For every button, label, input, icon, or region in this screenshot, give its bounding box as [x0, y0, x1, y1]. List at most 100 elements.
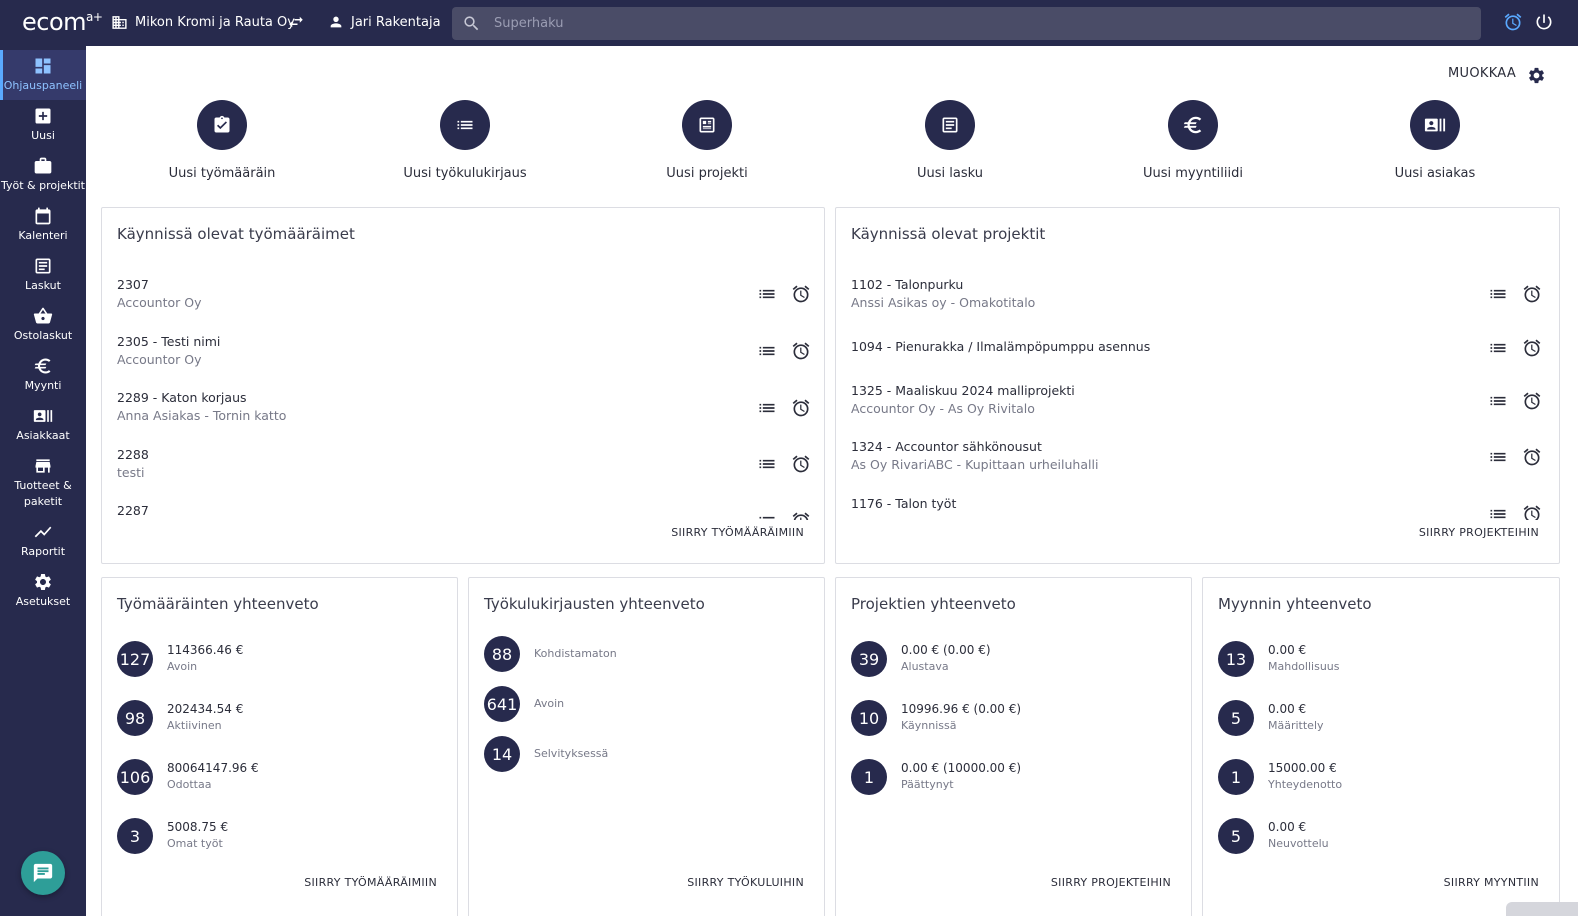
swap-icon[interactable] — [287, 13, 305, 31]
project-icon — [699, 117, 715, 133]
company-selector[interactable]: Mikon Kromi ja Rauta Oy — [111, 14, 295, 31]
sidebar-item-new[interactable]: Uusi — [0, 100, 86, 150]
alarm-clock-icon[interactable] — [1522, 338, 1542, 358]
edit-button[interactable]: MUOKKAA — [1448, 66, 1516, 81]
quick-action-new-invoice[interactable]: Uusi lasku — [850, 100, 1050, 181]
contact-card-icon — [33, 410, 53, 422]
sidebar-item-products[interactable]: Tuotteet & paketit — [0, 450, 86, 512]
count-badge: 39 — [851, 641, 887, 677]
go-to-projects-link[interactable]: SIIRRY PROJEKTEIHIN — [1419, 526, 1539, 539]
list-icon — [457, 120, 473, 130]
quick-action-new-sales-lead[interactable]: Uusi myyntiliidi — [1093, 100, 1293, 181]
invoice-icon — [942, 117, 958, 133]
count-badge: 13 — [1218, 641, 1254, 677]
workorder-list[interactable]: 2307 Accountor Oy 2305 - Testi nimi Acco… — [102, 270, 824, 520]
store-icon — [35, 459, 51, 473]
alarm-clock-icon[interactable] — [791, 398, 811, 418]
plus-box-icon — [35, 108, 51, 124]
count-badge: 88 — [484, 636, 520, 672]
power-icon[interactable] — [1534, 12, 1554, 32]
euro-icon — [1183, 116, 1202, 134]
sidebar-item-settings[interactable]: Asetukset — [0, 566, 86, 616]
list-icon[interactable] — [757, 454, 777, 474]
sidebar-item-customers[interactable]: Asiakkaat — [0, 400, 86, 450]
sidebar-item-purchase-invoices[interactable]: Ostolaskut — [0, 300, 86, 350]
card-title: Käynnissä olevat projektit — [851, 225, 1046, 243]
alarm-clock-icon[interactable] — [1522, 391, 1542, 411]
project-summary-card: Projektien yhteenveto 39 0.00 € (0.00 €)… — [835, 577, 1192, 916]
gear-icon[interactable] — [1527, 66, 1546, 85]
list-icon[interactable] — [757, 398, 777, 418]
alarm-clock-icon[interactable] — [791, 454, 811, 474]
sidebar-item-dashboard[interactable]: Ohjauspaneeli — [0, 50, 86, 100]
sidebar-item-reports[interactable]: Raportit — [0, 516, 86, 566]
quick-action-new-cost-entry[interactable]: Uusi työkulukirjaus — [365, 100, 565, 181]
company-name: Mikon Kromi ja Rauta Oy — [135, 15, 295, 30]
list-icon[interactable] — [1488, 391, 1508, 411]
list-icon[interactable] — [1488, 504, 1508, 520]
list-item[interactable]: 1325 - Maaliskuu 2024 malliprojekti Acco… — [851, 382, 1075, 418]
alarm-clock-icon[interactable] — [1522, 504, 1542, 520]
list-item[interactable]: 2305 - Testi nimi Accountor Oy — [117, 333, 220, 369]
chart-line-icon — [34, 526, 52, 538]
go-to-workorders-link[interactable]: SIIRRY TYÖMÄÄRÄIMIIN — [304, 876, 437, 889]
sales-summary-card: Myynnin yhteenveto 13 0.00 € Mahdollisuu… — [1202, 577, 1560, 916]
cost-entry-summary-card: Työkulukirjausten yhteenveto 88 Kohdista… — [468, 577, 825, 916]
gear-icon — [35, 574, 51, 590]
sidebar-item-sales[interactable]: Myynti — [0, 350, 86, 400]
list-icon[interactable] — [757, 284, 777, 304]
quick-action-new-workorder[interactable]: Uusi työmääräin — [122, 100, 322, 181]
list-item[interactable]: 1324 - Accountor sähkönousut As Oy Rivar… — [851, 438, 1098, 474]
briefcase-icon — [34, 157, 52, 174]
list-item[interactable]: 1102 - Talonpurku Anssi Asikas oy - Omak… — [851, 276, 1035, 312]
dashboard-icon — [35, 58, 51, 74]
alarm-clock-icon[interactable] — [1503, 12, 1523, 32]
alarm-clock-icon[interactable] — [791, 341, 811, 361]
user-menu[interactable]: Jari Rakentaja — [328, 14, 441, 30]
list-item[interactable]: 2287 — [117, 502, 149, 520]
card-title: Projektien yhteenveto — [851, 595, 1016, 613]
search-input[interactable] — [494, 7, 1454, 40]
sidebar-item-calendar[interactable]: Kalenteri — [0, 200, 86, 250]
project-list[interactable]: 1102 - Talonpurku Anssi Asikas oy - Omak… — [836, 270, 1559, 520]
search-icon — [464, 16, 479, 31]
list-item[interactable]: 2288 testi — [117, 446, 149, 482]
card-title: Myynnin yhteenveto — [1218, 595, 1372, 613]
scrollbar-thumb[interactable] — [1506, 902, 1578, 916]
quick-action-new-customer[interactable]: Uusi asiakas — [1335, 100, 1535, 181]
list-item[interactable]: 2307 Accountor Oy — [117, 276, 201, 312]
sidebar-item-invoices[interactable]: Laskut — [0, 250, 86, 300]
alarm-clock-icon[interactable] — [1522, 284, 1542, 304]
chat-button[interactable] — [21, 851, 65, 895]
go-to-costs-link[interactable]: SIIRRY TYÖKULUIHIN — [687, 876, 804, 889]
go-to-projects-link[interactable]: SIIRRY PROJEKTEIHIN — [1051, 876, 1171, 889]
calendar-icon — [35, 207, 51, 225]
list-item[interactable]: 1094 - Pienurakka / Ilmalämpöpumppu asen… — [851, 338, 1150, 356]
quick-action-new-project[interactable]: Uusi projekti — [607, 100, 807, 181]
list-item[interactable]: 1176 - Talon työt — [851, 495, 956, 513]
alarm-clock-icon[interactable] — [1522, 447, 1542, 467]
workorder-summary-card: Työmääräinten yhteenveto 127 114366.46 €… — [101, 577, 458, 916]
count-badge: 5 — [1218, 818, 1254, 854]
running-workorders-card: Käynnissä olevat työmääräimet 2307 Accou… — [101, 207, 825, 564]
sidebar: Ohjauspaneeli Uusi Työt & projektit Kale… — [0, 46, 86, 916]
alarm-clock-icon[interactable] — [791, 511, 811, 520]
person-icon — [330, 16, 342, 28]
list-icon[interactable] — [1488, 447, 1508, 467]
go-to-sales-link[interactable]: SIIRRY MYYNTIIN — [1444, 876, 1539, 889]
building-icon — [112, 16, 127, 29]
count-badge: 10 — [851, 700, 887, 736]
list-icon[interactable] — [1488, 284, 1508, 304]
alarm-clock-icon[interactable] — [791, 284, 811, 304]
go-to-workorders-link[interactable]: SIIRRY TYÖMÄÄRÄIMIIN — [671, 526, 804, 539]
basket-icon — [33, 307, 53, 324]
search-bar — [452, 7, 1481, 40]
list-item[interactable]: 2289 - Katon korjaus Anna Asiakas - Torn… — [117, 389, 286, 425]
sidebar-item-works-projects[interactable]: Työt & projektit — [0, 150, 86, 200]
list-icon[interactable] — [757, 511, 777, 520]
count-badge: 1 — [851, 759, 887, 795]
list-icon[interactable] — [1488, 338, 1508, 358]
list-icon[interactable] — [757, 341, 777, 361]
app-logo[interactable]: ecoma+ — [22, 8, 103, 36]
count-badge: 1 — [1218, 759, 1254, 795]
